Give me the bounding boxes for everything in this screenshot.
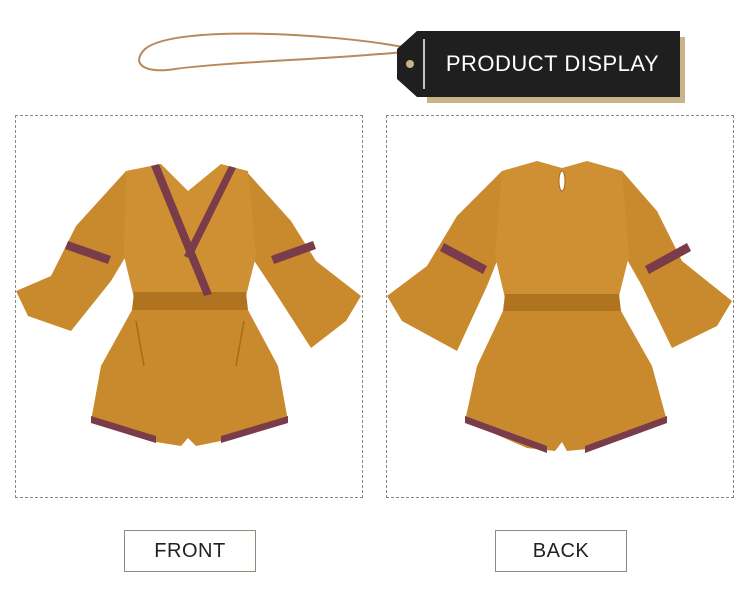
header-tag: PRODUCT DISPLAY: [135, 14, 685, 103]
romper-front-image: [16, 164, 361, 446]
tag-string-icon: [138, 32, 404, 72]
back-caption: BACK: [495, 530, 627, 572]
front-caption: FRONT: [124, 530, 256, 572]
page-title: PRODUCT DISPLAY: [445, 51, 660, 76]
front-image-panel: [15, 115, 363, 498]
back-image-panel: [386, 115, 734, 498]
romper-back-image: [387, 161, 732, 453]
